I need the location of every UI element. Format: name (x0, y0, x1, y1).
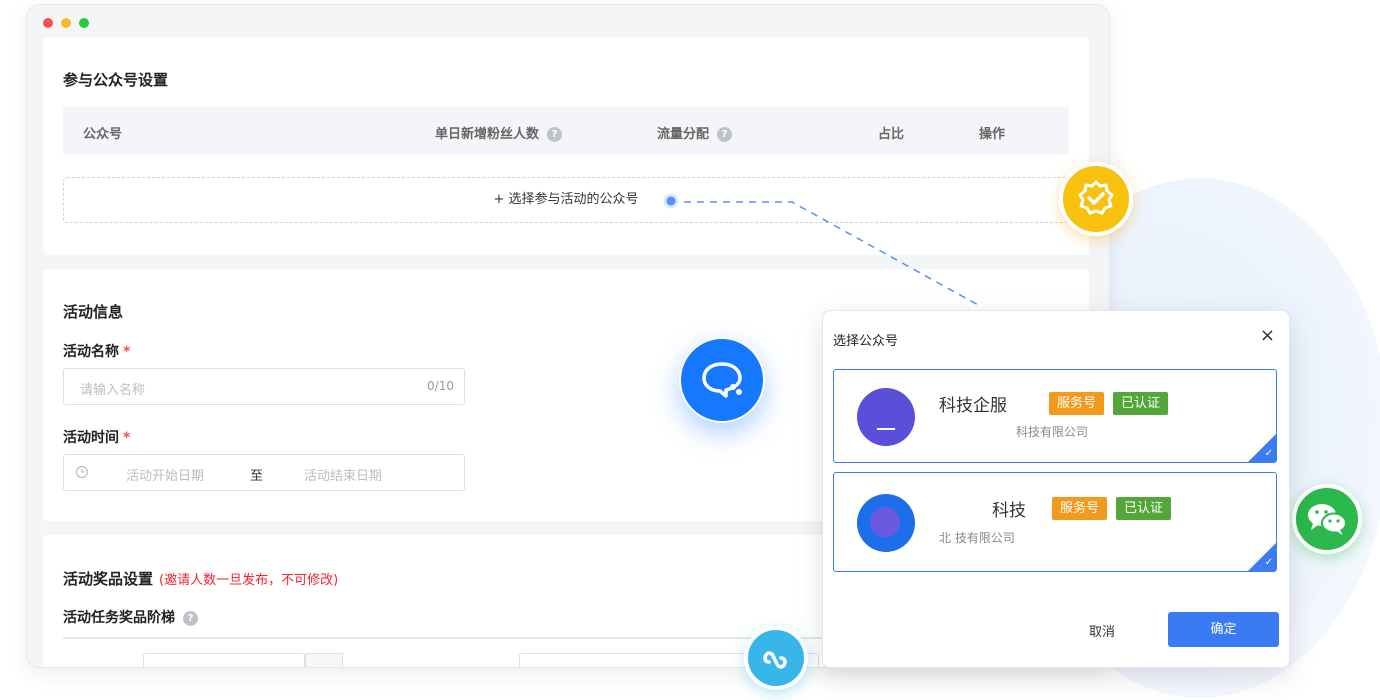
cancel-button[interactable]: 取消 (1089, 621, 1115, 640)
mini-program-link-icon (744, 626, 808, 690)
confirm-button[interactable]: 确定 (1168, 612, 1279, 647)
verified-tag: 已认证 (1113, 392, 1169, 415)
connector-dot (663, 193, 679, 209)
account-company: 北 技有限公司 (939, 531, 1015, 545)
close-icon[interactable]: × (1260, 325, 1275, 346)
avatar (857, 388, 915, 446)
account-name: 科技 (992, 501, 1026, 521)
service-account-tag: 服务号 (1052, 497, 1108, 520)
account-name: 科技企服 (939, 396, 1007, 416)
wechat-icon (1292, 484, 1362, 554)
verified-badge-icon (1059, 162, 1133, 236)
verified-tag: 已认证 (1116, 497, 1172, 520)
modal-title: 选择公众号 (833, 334, 899, 349)
select-account-modal: 选择公众号 × 科技企服 服务号 已认证 科技有限公司 ✓ 科技 服务号 已认证… (822, 310, 1290, 668)
check-icon: ✓ (1264, 557, 1273, 568)
account-option[interactable]: 科技 服务号 已认证 北 技有限公司 ✓ (833, 472, 1277, 572)
account-company: 科技有限公司 (1016, 425, 1089, 439)
check-icon: ✓ (1264, 448, 1273, 459)
connector-dashes (684, 201, 981, 307)
avatar (857, 494, 915, 552)
account-option[interactable]: 科技企服 服务号 已认证 科技有限公司 ✓ (833, 369, 1277, 463)
service-account-tag: 服务号 (1049, 392, 1105, 415)
chat-bubble-icon (679, 337, 765, 423)
